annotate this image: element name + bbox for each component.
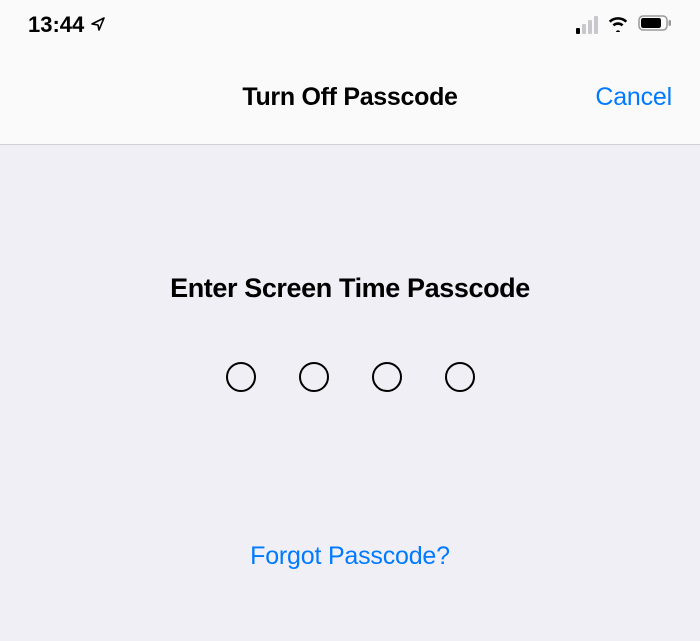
status-time: 13:44 xyxy=(28,12,84,38)
status-right xyxy=(576,14,672,37)
content-area: Enter Screen Time Passcode Forgot Passco… xyxy=(0,145,700,571)
passcode-dot-1 xyxy=(226,362,256,392)
nav-bar: Turn Off Passcode Cancel xyxy=(0,50,700,145)
nav-title: Turn Off Passcode xyxy=(242,83,457,112)
cellular-icon xyxy=(576,16,598,34)
passcode-dot-3 xyxy=(372,362,402,392)
status-bar: 13:44 xyxy=(0,0,700,50)
passcode-dot-2 xyxy=(299,362,329,392)
wifi-icon xyxy=(606,14,630,37)
location-icon xyxy=(90,12,106,38)
battery-icon xyxy=(638,15,672,36)
passcode-prompt: Enter Screen Time Passcode xyxy=(0,273,700,304)
cancel-button[interactable]: Cancel xyxy=(595,83,672,112)
passcode-dot-4 xyxy=(445,362,475,392)
passcode-dots[interactable] xyxy=(0,362,700,392)
forgot-passcode-button[interactable]: Forgot Passcode? xyxy=(250,542,450,571)
status-left: 13:44 xyxy=(28,12,106,38)
